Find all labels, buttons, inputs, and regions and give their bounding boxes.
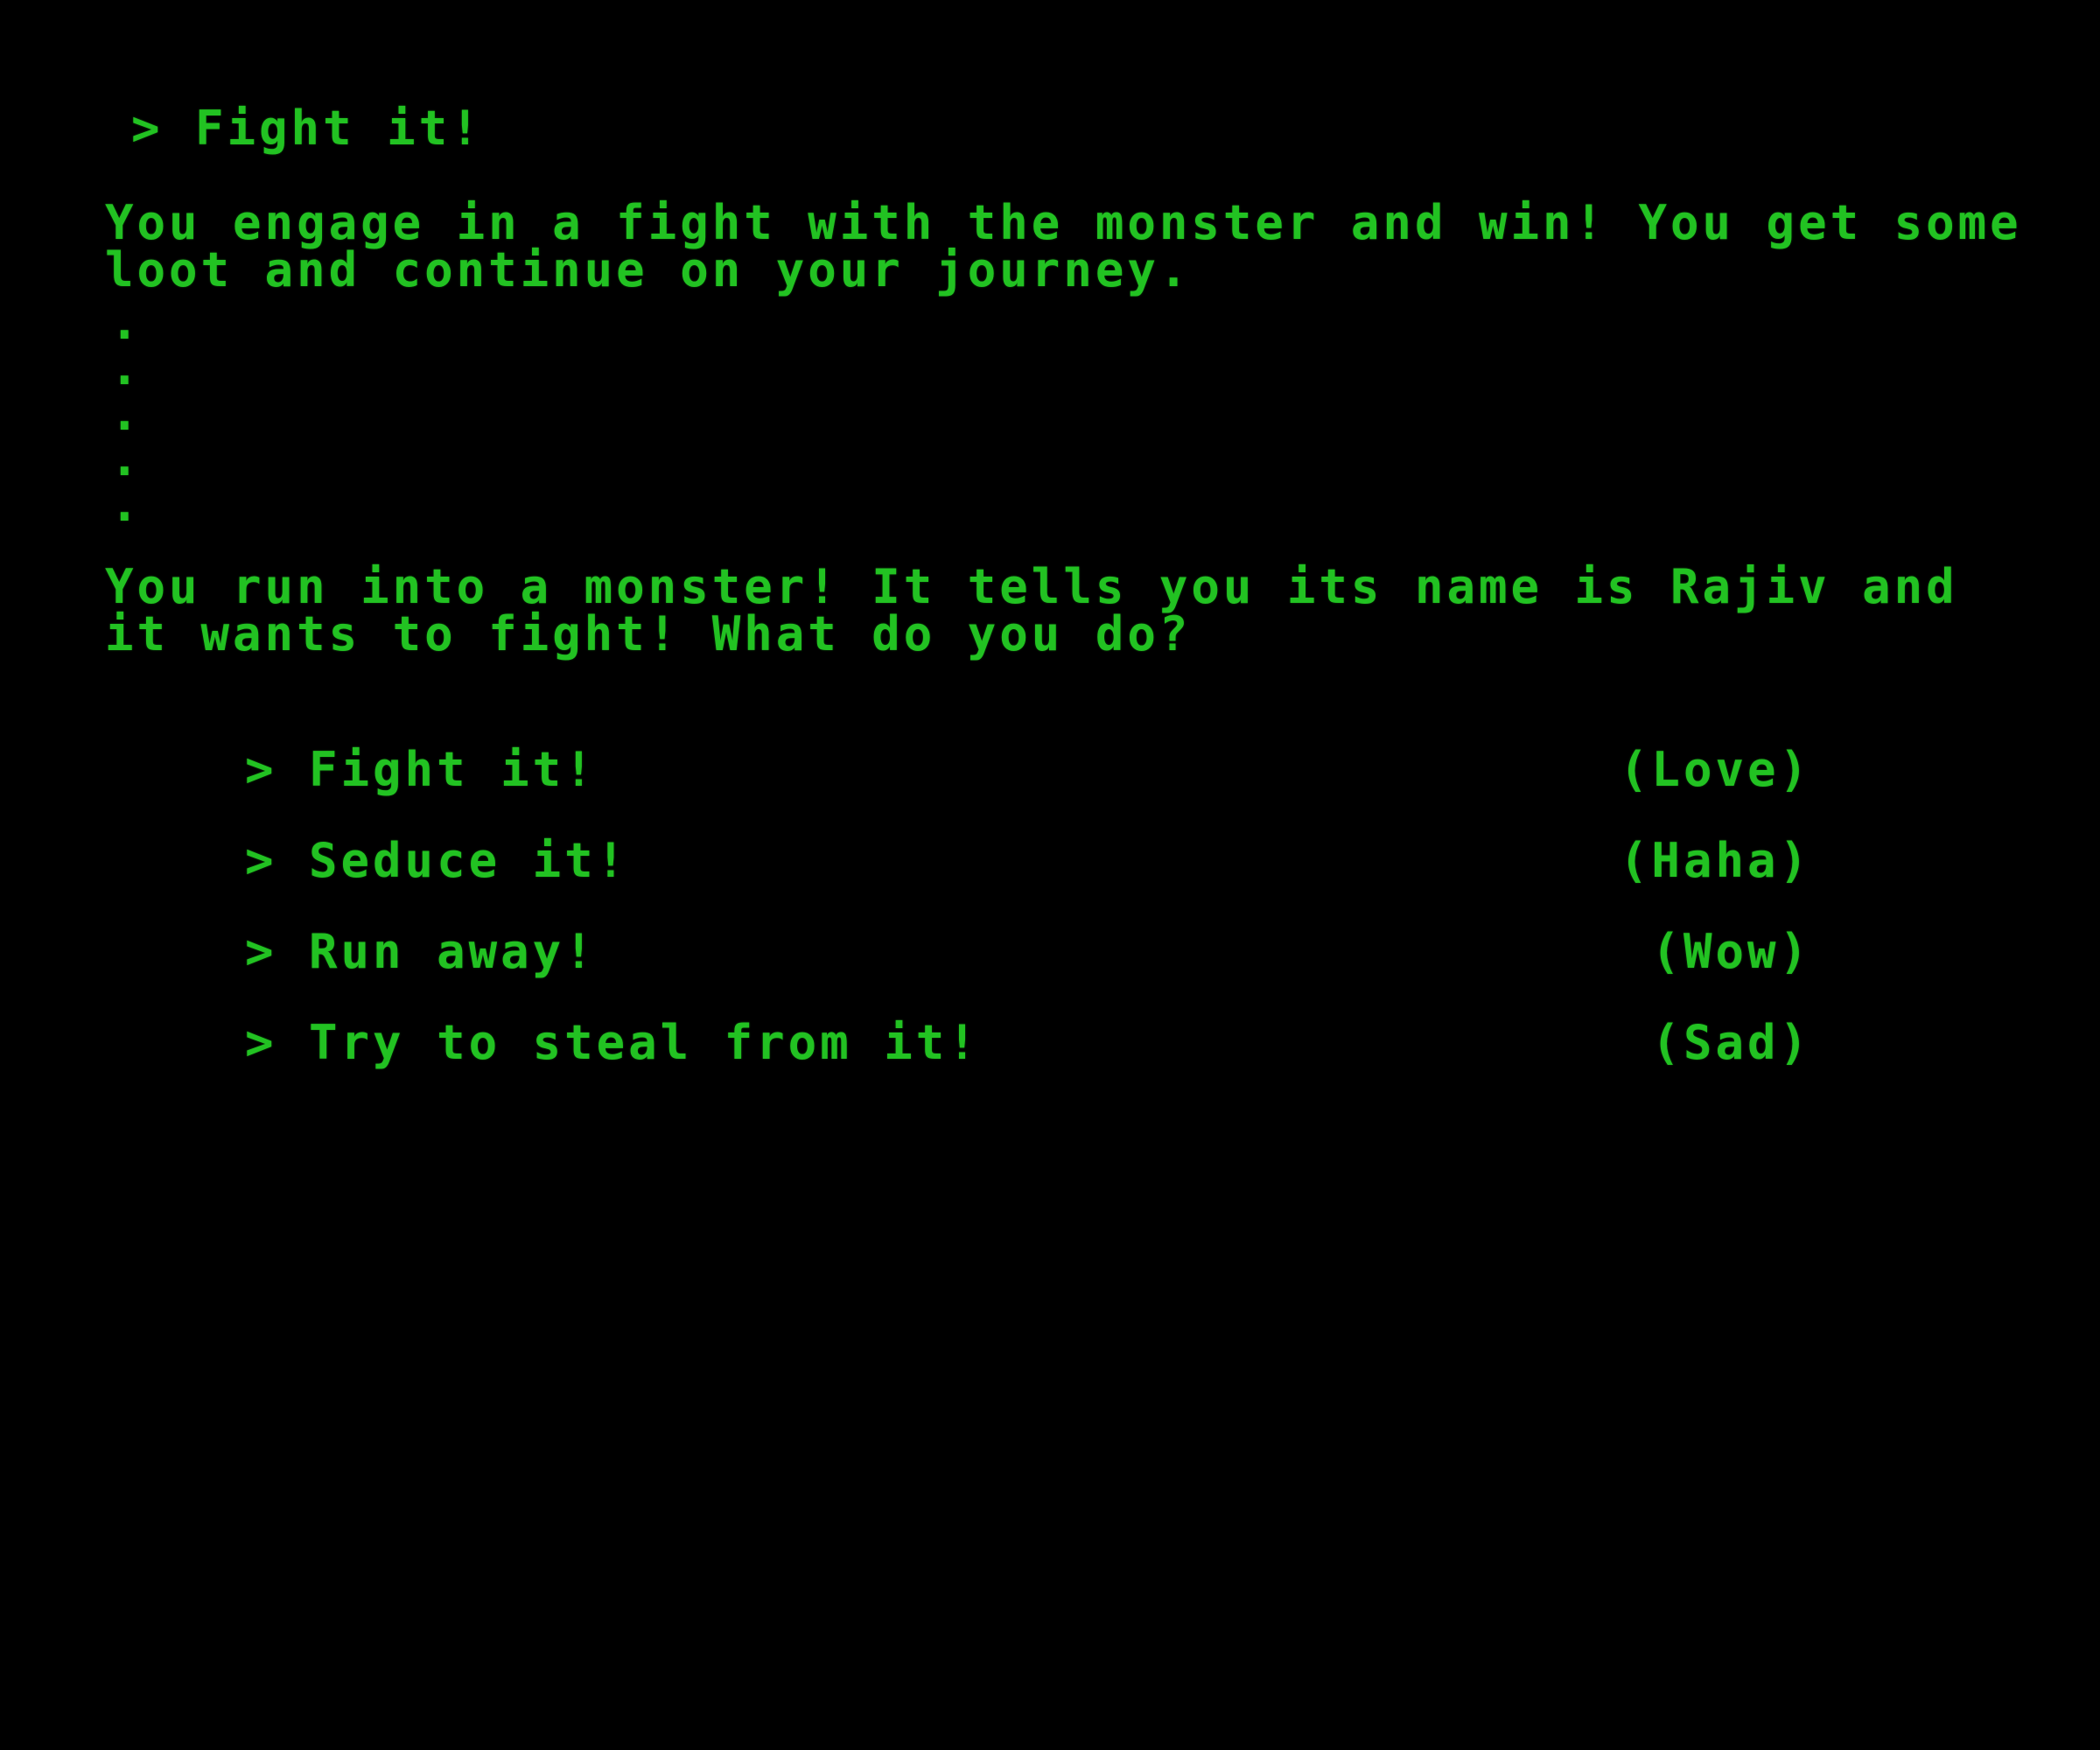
ellipsis-dot: . (110, 431, 143, 486)
choice-fight[interactable]: > Fight it! (Love) (245, 744, 1811, 796)
ellipsis-dot: . (110, 295, 143, 350)
choice-run-away[interactable]: > Run away! (Wow) (245, 926, 1811, 978)
ellipsis-dot: . (110, 340, 143, 396)
choice-reaction: (Haha) (1619, 833, 1811, 888)
result-text: You engage in a fight with the monster a… (105, 195, 2022, 298)
choice-label: > Fight it! (245, 742, 597, 797)
encounter-prompt: You run into a monster! It tells you its… (105, 559, 1958, 662)
choice-reaction: (Love) (1619, 742, 1811, 797)
choice-label: > Run away! (245, 924, 597, 979)
terminal-screen: > Fight it! You engage in a fight with t… (0, 0, 2100, 1750)
ellipsis-dot: . (110, 477, 143, 532)
choice-seduce[interactable]: > Seduce it! (Haha) (245, 835, 1811, 887)
ellipsis-dot: . (110, 386, 143, 441)
choice-reaction: (Wow) (1651, 924, 1811, 979)
choice-reaction: (Sad) (1651, 1015, 1811, 1070)
choice-label: > Try to steal from it! (245, 1015, 980, 1070)
choice-label: > Seduce it! (245, 833, 629, 888)
choice-steal[interactable]: > Try to steal from it! (Sad) (245, 1017, 1811, 1069)
previous-choice: > Fight it! (131, 101, 483, 156)
